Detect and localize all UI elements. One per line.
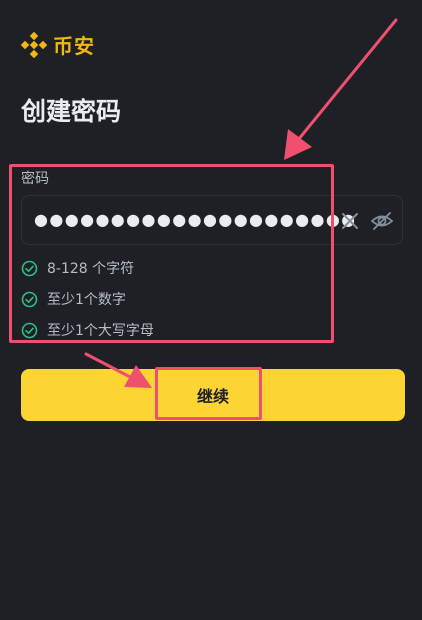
requirement-text: 至少1个大写字母 xyxy=(47,323,154,339)
brand-logo: 币安 xyxy=(21,30,95,59)
close-icon[interactable] xyxy=(340,211,360,231)
continue-button-label: 继续 xyxy=(196,387,229,406)
requirement-digit: 至少1个数字 xyxy=(21,289,154,309)
password-input[interactable]: ●●●●●●●●●●●●●●●●●●●●●●●●●●●●●● xyxy=(21,195,403,245)
password-value[interactable]: ●●●●●●●●●●●●●●●●●●●●●●●●●●●●●● xyxy=(34,210,354,230)
check-circle-icon xyxy=(21,291,38,307)
requirement-text: 8-128 个字符 xyxy=(47,261,135,277)
brand-name: 币安 xyxy=(53,34,95,58)
requirement-length: 8-128 个字符 xyxy=(21,258,154,278)
requirement-uppercase: 至少1个大写字母 xyxy=(21,320,154,340)
password-label: 密码 xyxy=(21,171,49,187)
toggle-visibility-button[interactable] xyxy=(370,209,394,233)
requirement-text: 至少1个数字 xyxy=(47,292,126,308)
password-requirements: 8-128 个字符 至少1个数字 至少1个大写字母 xyxy=(21,258,154,351)
arrow-icon xyxy=(284,18,398,160)
continue-button[interactable]: 继续 xyxy=(21,369,405,421)
page-title: 创建密码 xyxy=(21,97,122,126)
eye-off-icon[interactable] xyxy=(370,209,394,233)
binance-diamond-icon xyxy=(21,31,47,58)
check-circle-icon xyxy=(21,322,38,338)
clear-password-button[interactable] xyxy=(340,211,360,231)
check-circle-icon xyxy=(21,260,38,276)
